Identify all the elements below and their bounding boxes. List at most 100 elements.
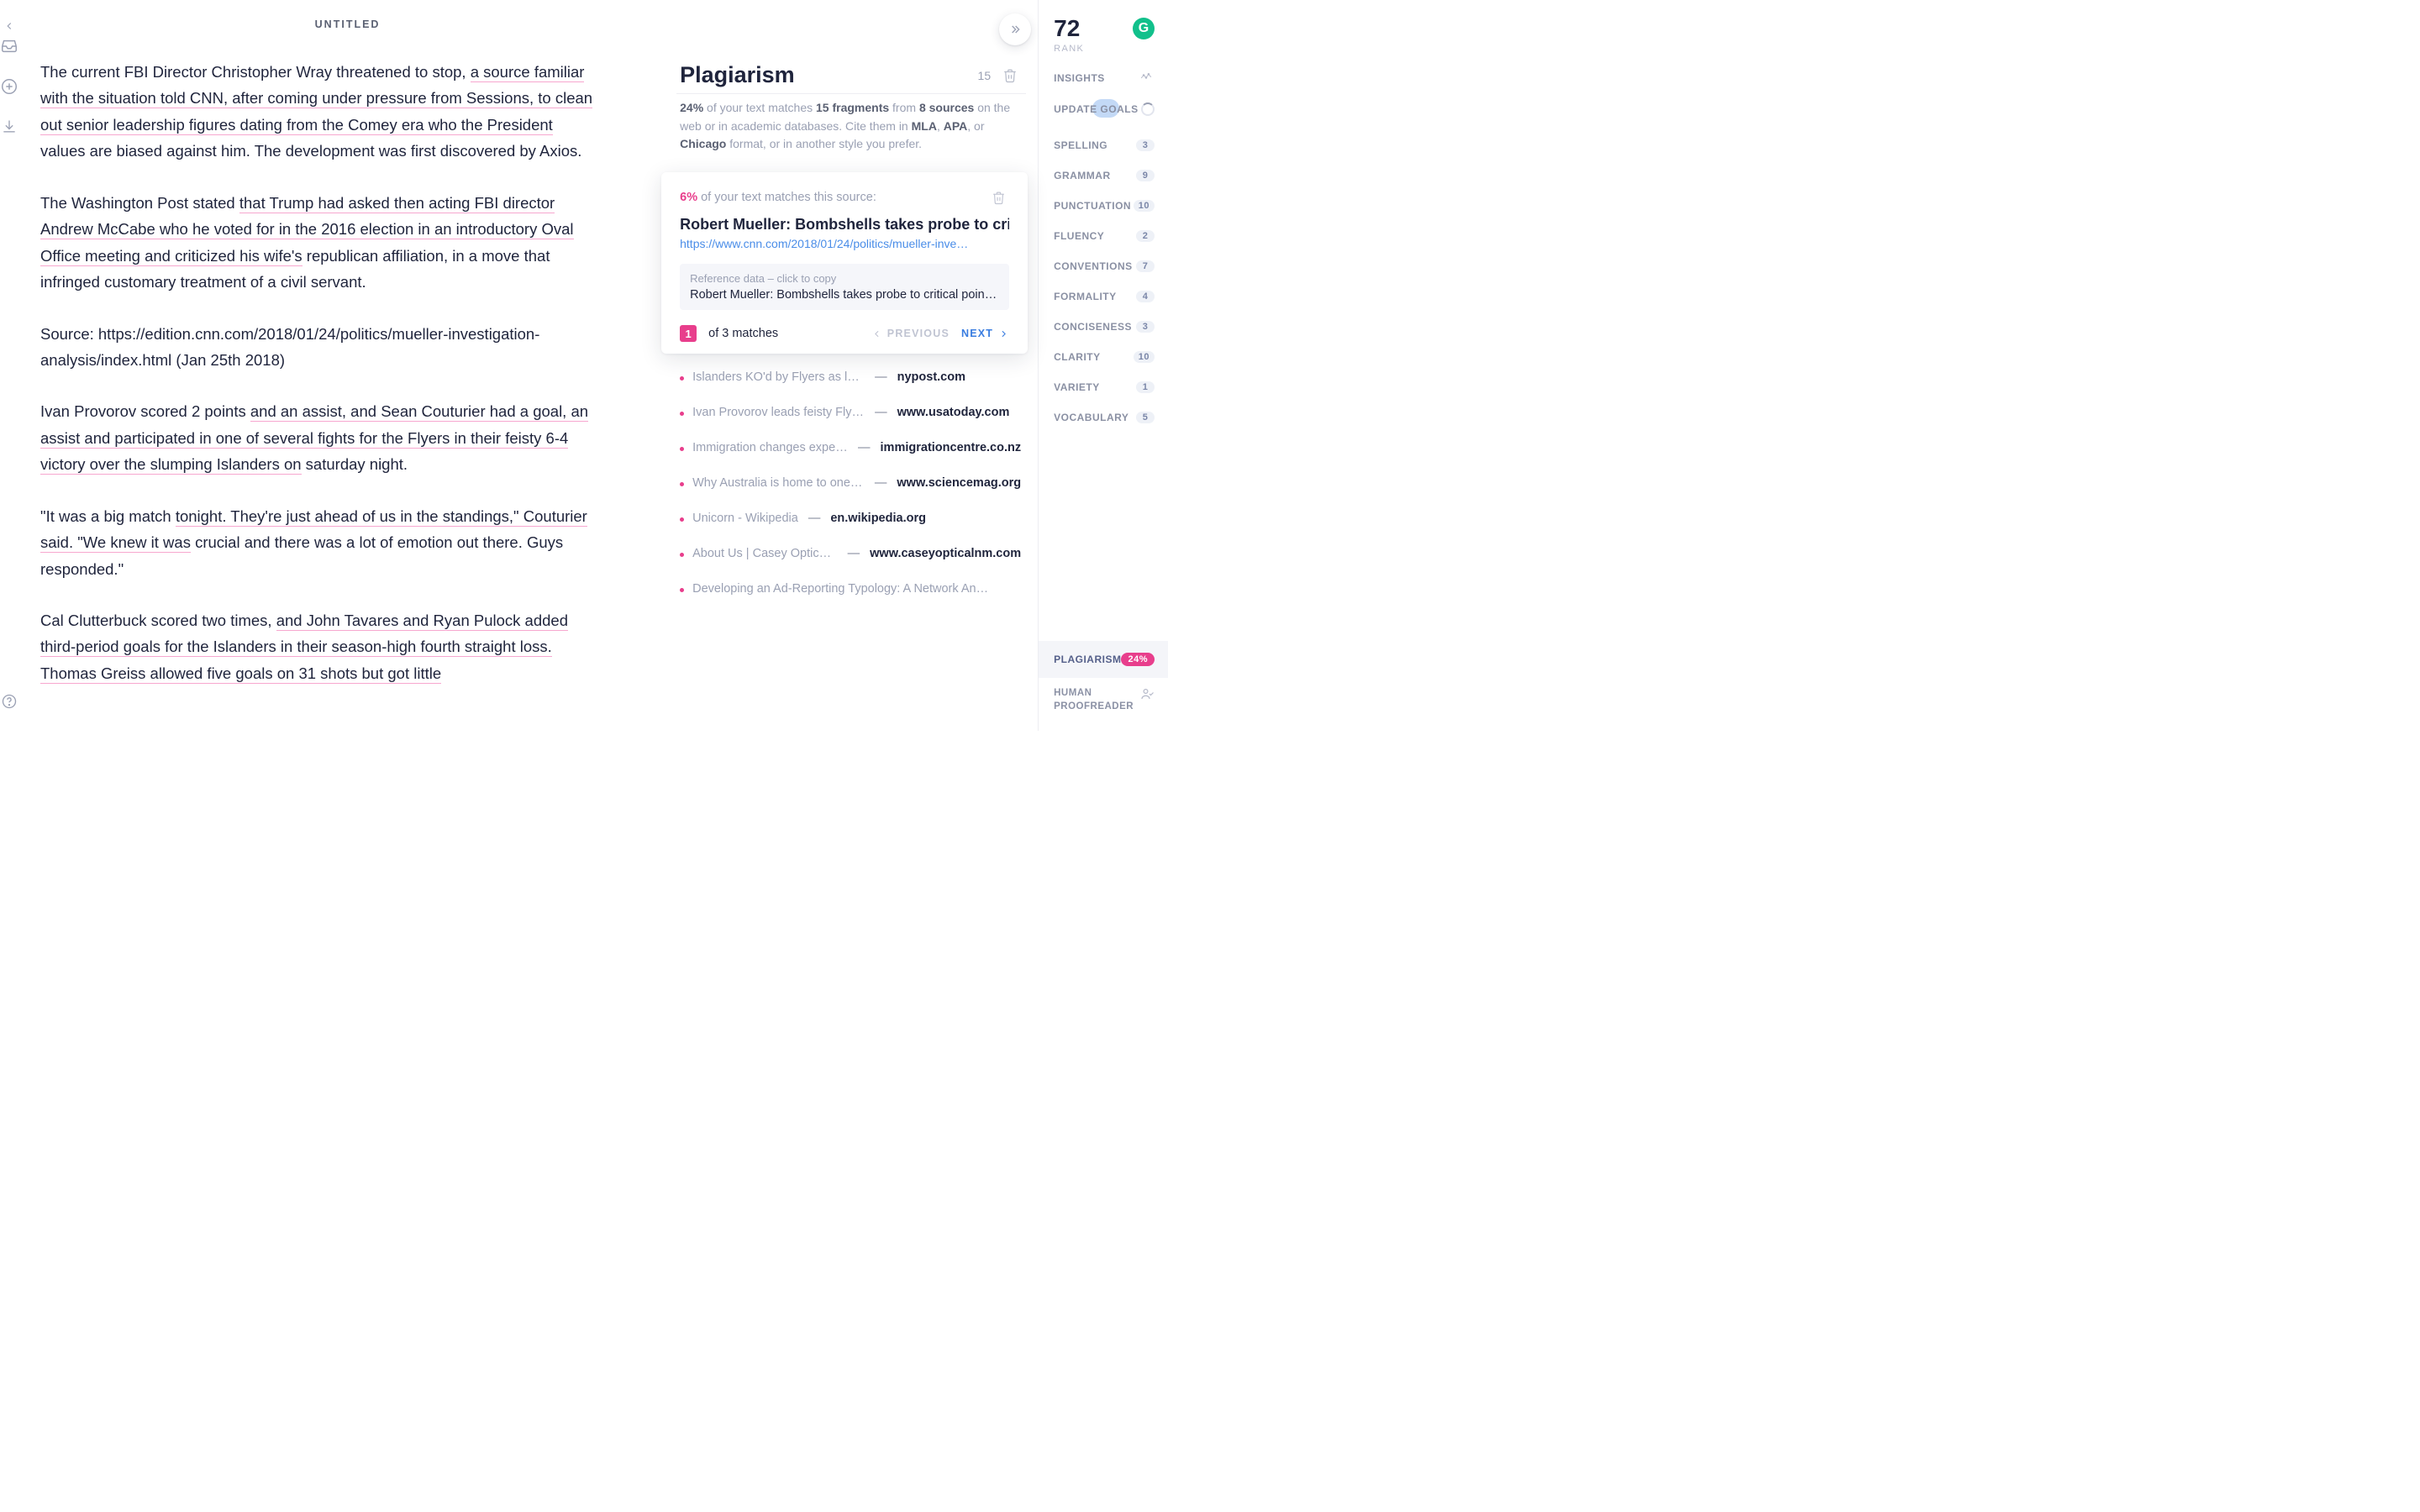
category-item[interactable]: FORMALITY 4	[1054, 291, 1155, 302]
editor-area[interactable]: The current FBI Director Christopher Wra…	[18, 49, 676, 711]
dismiss-source-icon[interactable]	[992, 191, 1006, 205]
separator: —	[875, 476, 887, 490]
paragraph[interactable]: "It was a big match tonight. They're jus…	[40, 503, 601, 582]
help-icon[interactable]	[0, 692, 18, 711]
card-headline[interactable]: Robert Mueller: Bombshells takes probe t…	[680, 216, 1009, 234]
reference-value: Robert Mueller: Bombshells takes probe t…	[690, 288, 999, 302]
human-proofreader-button[interactable]: HUMAN PROOFREADER	[1039, 678, 1168, 721]
category-item[interactable]: CLARITY10	[1054, 351, 1155, 363]
source-item[interactable]: Ivan Provorov leads feisty Flyers to …—w…	[680, 406, 1021, 419]
card-nav: 1 of 3 matches PREVIOUS NEXT	[680, 325, 1009, 342]
category-count: 1	[1136, 381, 1155, 393]
score-sidebar: 72 G RANK INSIGHTS UPDATE GOALS SPELLING…	[1038, 0, 1168, 731]
paragraph[interactable]: The Washington Post stated that Trump ha…	[40, 190, 601, 296]
source-item[interactable]: Developing an Ad-Reporting Typology: A N…	[680, 582, 1021, 596]
source-item[interactable]: Immigration changes expecte… — immigration…	[680, 441, 1021, 454]
source-list: Islanders KO'd by Flyers as losing strea…	[676, 370, 1026, 596]
plagiarism-tab[interactable]: PLAGIARISM 24%	[1039, 641, 1168, 678]
plagiarism-highlight[interactable]: and an assist, and Sean Couturier had a …	[40, 402, 588, 475]
insights-icon	[1138, 72, 1155, 84]
proofreader-icon	[1139, 686, 1155, 701]
bullet-icon	[680, 447, 684, 451]
bullet-icon	[680, 482, 684, 486]
category-count: 5	[1136, 412, 1155, 423]
paragraph[interactable]: The current FBI Director Christopher Wra…	[40, 59, 601, 165]
inbox-icon[interactable]	[0, 37, 18, 55]
category-name: CONCISENESS	[1054, 321, 1132, 333]
category-count: 4	[1136, 291, 1155, 302]
category-item[interactable]: VARIETY 1	[1054, 381, 1155, 393]
reference-box[interactable]: Reference data – click to copy Robert Mu…	[680, 264, 1009, 310]
category-name: SPELLING	[1054, 139, 1107, 151]
category-item[interactable]: GRAMMAR 9	[1054, 170, 1155, 181]
plagiarism-highlight[interactable]: and John Tavares and Ryan Pulock added t…	[40, 612, 568, 684]
category-item[interactable]: VOCABULARY 5	[1054, 412, 1155, 423]
performance-score: 72	[1054, 15, 1080, 42]
source-card: 6% of your text matches this source: Rob…	[661, 172, 1028, 354]
separator: —	[858, 441, 871, 454]
plagiarism-percent-badge: 24%	[1121, 653, 1155, 666]
category-name: CLARITY	[1054, 351, 1101, 363]
rank-label: RANK	[1054, 44, 1155, 54]
bullet-icon	[680, 553, 684, 557]
paragraph[interactable]: Cal Clutterbuck scored two times, and Jo…	[40, 607, 601, 686]
separator: —	[875, 406, 887, 419]
category-item[interactable]: SPELLING3	[1054, 139, 1155, 151]
document-header: UNTITLED	[18, 0, 676, 49]
previous-match-button[interactable]: PREVIOUS	[871, 328, 950, 339]
bullet-icon	[680, 412, 684, 416]
document-title[interactable]: UNTITLED	[315, 18, 381, 30]
category-name: GRAMMAR	[1054, 170, 1111, 181]
match-total: of 3 matches	[708, 327, 778, 340]
source-title: Ivan Provorov leads feisty Flyers to …	[692, 406, 865, 419]
fragment-count: 15	[978, 69, 992, 82]
category-name: FLUENCY	[1054, 230, 1104, 242]
source-item[interactable]: About Us | Casey Optical | Al…—www.casey…	[680, 547, 1021, 560]
source-domain: immigrationcentre.co.nz	[881, 441, 1022, 454]
category-count: 7	[1136, 260, 1155, 272]
category-count: 2	[1136, 230, 1155, 242]
source-title: Immigration changes expecte…	[692, 441, 848, 454]
paragraph[interactable]: Source: https://edition.cnn.com/2018/01/…	[40, 321, 601, 374]
category-count: 3	[1136, 321, 1155, 333]
dismiss-all-icon[interactable]	[1002, 68, 1018, 83]
goals-spinner-icon	[1141, 102, 1155, 116]
category-name: VOCABULARY	[1054, 412, 1128, 423]
collapse-panel-button[interactable]	[999, 13, 1031, 45]
category-item[interactable]: CONVENTIONS7	[1054, 260, 1155, 272]
next-match-button[interactable]: NEXT	[961, 328, 1009, 339]
plagiarism-highlight[interactable]: a source familiar with the situation tol…	[40, 63, 592, 135]
panel-summary: 24% of your text matches 15 fragments fr…	[676, 93, 1026, 172]
category-item[interactable]: FLUENCY 2	[1054, 230, 1155, 242]
reference-label: Reference data – click to copy	[690, 272, 999, 285]
paragraph[interactable]: Ivan Provorov scored 2 points and an ass…	[40, 398, 601, 477]
bullet-icon	[680, 376, 684, 381]
category-count: 9	[1136, 170, 1155, 181]
source-title: Islanders KO'd by Flyers as losing strea…	[692, 370, 865, 384]
source-item[interactable]: Islanders KO'd by Flyers as losing strea…	[680, 370, 1021, 384]
add-icon[interactable]	[0, 77, 18, 96]
update-goals-button[interactable]: UPDATE GOALS	[1054, 102, 1155, 116]
insights-button[interactable]: INSIGHTS	[1054, 72, 1155, 84]
plagiarism-highlight[interactable]: that Trump had asked then acting FBI dir…	[40, 194, 574, 266]
source-title: Developing an Ad-Reporting Typology: A N…	[692, 582, 995, 596]
card-url[interactable]: https://www.cnn.com/2018/01/24/politics/…	[680, 237, 1009, 250]
category-item[interactable]: PUNCTUATION10	[1054, 200, 1155, 212]
source-item[interactable]: Unicorn - Wikipedia—en.wikipedia.org	[680, 512, 1021, 525]
category-name: FORMALITY	[1054, 291, 1117, 302]
download-icon[interactable]	[0, 118, 18, 136]
category-list: SPELLING3GRAMMAR9PUNCTUATION10FLUENCY2CO…	[1054, 139, 1155, 423]
source-domain: en.wikipedia.org	[830, 512, 926, 525]
separator: —	[808, 512, 821, 525]
grammarly-logo-icon[interactable]: G	[1133, 18, 1155, 39]
source-title: About Us | Casey Optical | Al…	[692, 547, 838, 560]
category-item[interactable]: CONCISENESS 3	[1054, 321, 1155, 333]
back-icon[interactable]	[3, 17, 16, 35]
source-domain: www.caseyopticalnm.com	[870, 547, 1021, 560]
source-domain: www.sciencemag.org	[897, 476, 1021, 490]
match-index: 1	[680, 325, 697, 342]
category-name: VARIETY	[1054, 381, 1100, 393]
source-item[interactable]: Why Australia is home to one of t…—www.s…	[680, 476, 1021, 490]
plagiarism-highlight[interactable]: tonight. They're just ahead of us in the…	[40, 507, 587, 553]
category-name: CONVENTIONS	[1054, 260, 1133, 272]
